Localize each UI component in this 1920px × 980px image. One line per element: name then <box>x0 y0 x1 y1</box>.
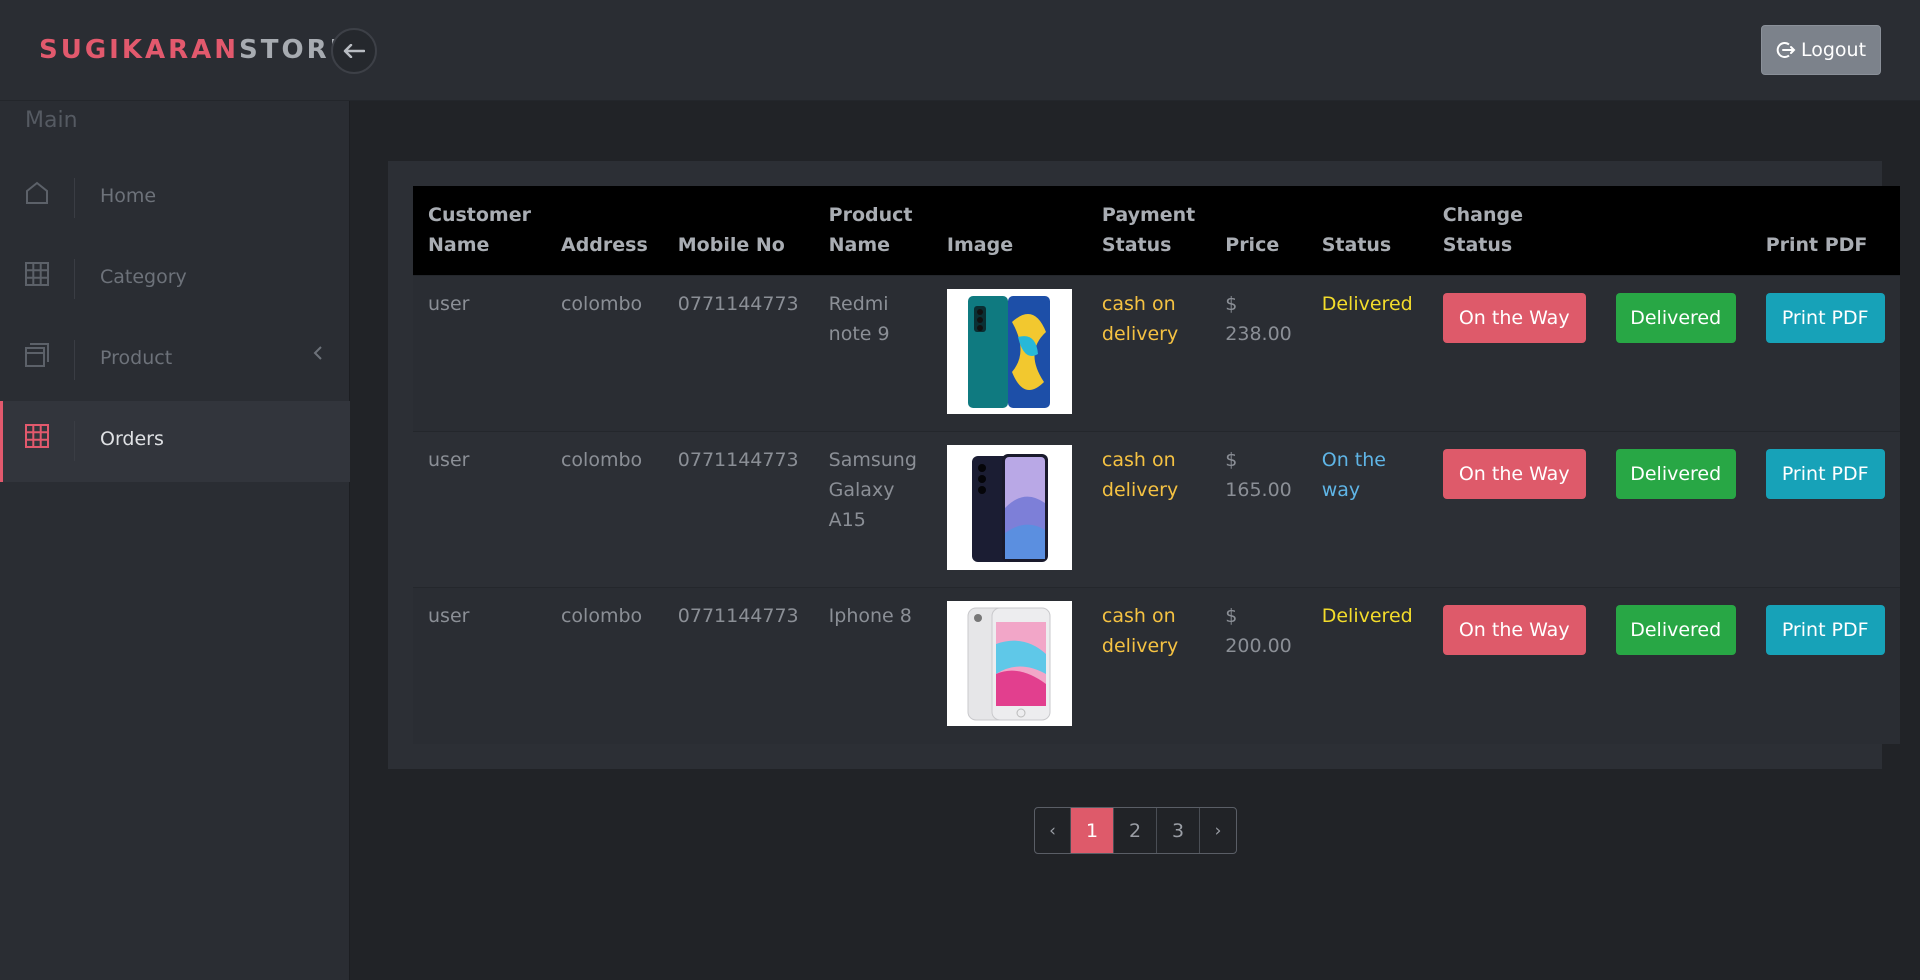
cell-status: Delivered <box>1306 587 1428 744</box>
table-row: user colombo 0771144773 Iphone 8 cash on… <box>413 587 1900 744</box>
pagination-page-3[interactable]: 3 <box>1157 808 1200 853</box>
cell-mobile: 0771144773 <box>662 587 814 744</box>
on-the-way-button[interactable]: On the Way <box>1442 449 1586 499</box>
grid-icon <box>24 261 50 287</box>
pagination-page-1[interactable]: 1 <box>1071 808 1114 853</box>
sidebar-heading: Main <box>25 108 78 133</box>
sidebar-item-product[interactable]: Product <box>0 320 350 401</box>
sidebar-item-label: Product <box>100 347 173 369</box>
column-header-empty <box>1601 186 1751 276</box>
print-pdf-button[interactable]: Print PDF <box>1765 605 1885 655</box>
column-header-address: Address <box>560 234 648 256</box>
cell-address: colombo <box>545 587 663 744</box>
divider <box>74 259 75 299</box>
layers-icon <box>24 342 50 368</box>
cell-status: Delivered <box>1306 275 1428 432</box>
delivered-button[interactable]: Delivered <box>1615 449 1736 499</box>
brand-name-part1: SUGIKARAN <box>39 35 240 65</box>
delivered-button[interactable]: Delivered <box>1615 293 1736 343</box>
divider <box>74 178 75 218</box>
arrow-left-icon <box>343 44 365 58</box>
cell-price: $ 238.00 <box>1210 275 1307 432</box>
cell-payment-status: cash on delivery <box>1086 587 1211 744</box>
print-pdf-button[interactable]: Print PDF <box>1765 449 1885 499</box>
active-indicator <box>0 401 3 482</box>
cell-address: colombo <box>545 431 663 588</box>
cell-product: Redmi note 9 <box>813 275 932 432</box>
cell-payment-status: cash on delivery <box>1086 431 1211 588</box>
column-header-mobile: Mobile No <box>677 234 785 256</box>
sidebar-item-label: Orders <box>100 428 164 450</box>
cell-customer: user <box>413 587 546 744</box>
cell-image <box>931 587 1087 744</box>
cell-address: colombo <box>545 275 663 432</box>
cell-product: Samsung Galaxy A15 <box>813 431 932 588</box>
brand-logo[interactable]: SUGIKARANSTORE <box>39 35 350 65</box>
on-the-way-button[interactable]: On the Way <box>1442 605 1586 655</box>
home-icon <box>24 180 50 206</box>
column-header-status: Status <box>1321 234 1392 256</box>
logout-button[interactable]: Logout <box>1761 25 1881 75</box>
column-header-price: Price <box>1225 234 1280 256</box>
sidebar-item-category[interactable]: Category <box>0 239 350 320</box>
pagination-page-2[interactable]: 2 <box>1114 808 1157 853</box>
chevron-left-icon[interactable] <box>313 345 323 365</box>
top-navbar: SUGIKARANSTORE Logout <box>0 0 1920 101</box>
cell-status: On the way <box>1306 431 1428 588</box>
column-header-customer-name: Customer Name <box>428 204 531 256</box>
cell-mobile: 0771144773 <box>662 275 814 432</box>
grid-icon <box>24 423 50 449</box>
delivered-button[interactable]: Delivered <box>1615 605 1736 655</box>
iphone-8-phone-image <box>946 601 1072 726</box>
samsung-galaxy-a15-phone-image <box>946 445 1072 570</box>
logout-label: Logout <box>1800 39 1867 61</box>
pagination-next-button[interactable]: › <box>1200 808 1236 853</box>
sidebar-item-label: Home <box>100 185 157 207</box>
column-header-print-pdf: Print PDF <box>1765 234 1868 256</box>
table-row: user colombo 0771144773 Samsung Galaxy A… <box>413 431 1900 588</box>
sidebar-item-label: Category <box>100 266 187 288</box>
table-row: user colombo 0771144773 Redmi note 9 cas… <box>413 275 1900 432</box>
cell-mobile: 0771144773 <box>662 431 814 588</box>
divider <box>74 421 75 461</box>
pagination-prev-button[interactable]: ‹ <box>1035 808 1071 853</box>
cell-payment-status: cash on delivery <box>1086 275 1211 432</box>
redmi-note-9-phone-image <box>946 289 1072 414</box>
cell-product: Iphone 8 <box>813 587 932 744</box>
logout-icon <box>1776 42 1796 58</box>
sidebar-item-home[interactable]: Home <box>0 158 350 239</box>
sidebar-toggle-button[interactable] <box>331 28 377 74</box>
cell-customer: user <box>413 275 546 432</box>
column-header-image: Image <box>946 234 1014 256</box>
cell-image <box>931 275 1087 432</box>
sidebar-item-orders[interactable]: Orders <box>0 401 350 482</box>
divider <box>74 340 75 380</box>
cell-image <box>931 431 1087 588</box>
cell-price: $ 165.00 <box>1210 431 1307 588</box>
column-header-change-status: Change Status <box>1442 204 1524 256</box>
column-header-product-name: Product Name <box>828 204 913 256</box>
column-header-payment-status: Payment Status <box>1101 204 1196 256</box>
on-the-way-button[interactable]: On the Way <box>1442 293 1586 343</box>
cell-price: $ 200.00 <box>1210 587 1307 744</box>
print-pdf-button[interactable]: Print PDF <box>1765 293 1885 343</box>
sidebar: Main Home Category Product Orders <box>0 101 350 980</box>
pagination: ‹ 1 2 3 › <box>1034 807 1237 854</box>
orders-table: Customer Name Address Mobile No Product … <box>413 186 1900 744</box>
table-header-row: Customer Name Address Mobile No Product … <box>413 186 1900 276</box>
orders-card: Customer Name Address Mobile No Product … <box>388 161 1900 769</box>
cell-customer: user <box>413 431 546 588</box>
